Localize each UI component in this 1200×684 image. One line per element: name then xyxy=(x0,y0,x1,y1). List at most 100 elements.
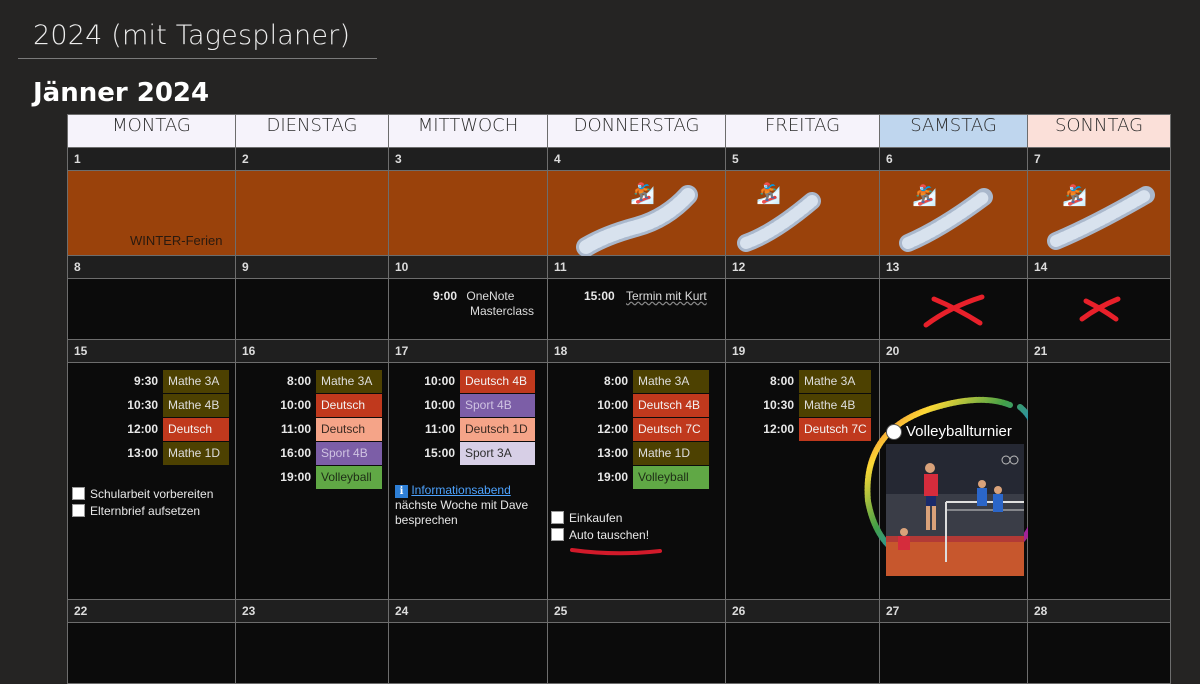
lesson-subject: Mathe 3A xyxy=(633,369,709,393)
lesson-time: 10:00 xyxy=(424,398,455,412)
day-cell-15[interactable]: 9:30 Mathe 3A 10:30 Mathe 4B 12:00 Deutsch … xyxy=(67,362,236,600)
day-number: 22 xyxy=(74,604,88,618)
day-cell-12[interactable] xyxy=(725,278,880,340)
day-cell-22[interactable] xyxy=(67,622,236,684)
day-number: 24 xyxy=(395,604,409,618)
day-cell-20[interactable]: Volleyballturnier xyxy=(864,362,1045,600)
day-cell-27[interactable] xyxy=(879,622,1028,684)
todo-checkbox[interactable] xyxy=(551,511,564,524)
informationsabend-link[interactable]: Informationsabend xyxy=(411,483,510,497)
day-number-cell: 15 xyxy=(67,339,236,363)
lesson-row[interactable]: 10:00 Deutsch 4B xyxy=(574,393,709,417)
day-cell-14[interactable] xyxy=(1027,278,1171,340)
lesson-row[interactable]: 10:30 Mathe 4B xyxy=(104,393,229,417)
lesson-row[interactable]: 12:00 Deutsch 7C xyxy=(104,417,229,459)
event-onenote-masterclass[interactable]: 9:00 OneNote Masterclass xyxy=(433,289,534,320)
day-number: 26 xyxy=(732,604,746,618)
lesson-list: 8:00 Mathe 3A 10:30 Mathe 4B 12:00 Deutsch … xyxy=(740,369,871,441)
todo-item[interactable]: Auto tauschen! xyxy=(551,526,649,543)
todo-text: Auto tauschen! xyxy=(569,527,650,542)
lesson-row[interactable]: 10:00 Deutsch 4B xyxy=(401,369,535,393)
day-cell-9[interactable] xyxy=(235,278,389,340)
todo-text: Schularbeit vorbereiten xyxy=(90,486,214,501)
day-cell-16[interactable]: 8:00 Mathe 3A 10:00 Deutsch 4B 11:00 Deutsc… xyxy=(235,362,389,600)
day-number: 21 xyxy=(1034,344,1048,358)
lesson-time: 16:00 xyxy=(280,446,311,460)
day-cell-28[interactable] xyxy=(1027,622,1171,684)
day-cell-19[interactable]: 8:00 Mathe 3A 10:30 Mathe 4B 12:00 Deutsch … xyxy=(725,362,880,600)
lesson-row[interactable]: 19:00 Volleyball xyxy=(574,465,709,489)
lesson-subject: Deutsch 1D xyxy=(316,417,382,459)
lesson-row[interactable]: 11:00 Deutsch 1D xyxy=(257,417,382,459)
weekday-wednesday: MITTWOCH xyxy=(388,114,548,148)
day-number: 16 xyxy=(242,344,256,358)
lesson-row[interactable]: 8:00 Mathe 3A xyxy=(740,369,871,393)
day-cell-8[interactable] xyxy=(67,278,236,340)
todo-list: Schularbeit vorbereiten Elternbrief aufs… xyxy=(72,485,213,519)
day-cell-5[interactable]: 🏂 xyxy=(725,170,880,256)
todo-text: Elternbrief aufsetzen xyxy=(90,503,201,518)
lesson-row[interactable]: 11:00 Deutsch 1D xyxy=(401,417,535,441)
lesson-subject: Deutsch 7C xyxy=(163,417,229,459)
lesson-time: 10:30 xyxy=(127,398,158,412)
lesson-row[interactable]: 16:00 Sport 4B xyxy=(257,441,382,465)
day-number: 15 xyxy=(74,344,88,358)
day-number-cell: 26 xyxy=(725,599,880,623)
day-cell-13[interactable] xyxy=(879,278,1028,340)
todo-checkbox[interactable] xyxy=(72,504,85,517)
event-title-line2: Masterclass xyxy=(470,304,535,318)
lesson-subject: Volleyball xyxy=(316,465,382,489)
lesson-subject: Mathe 3A xyxy=(316,369,382,393)
lesson-row[interactable]: 15:00 Sport 3A xyxy=(401,441,535,465)
day-cell-7[interactable]: 🏂 xyxy=(1027,170,1171,256)
todo-item[interactable]: Schularbeit vorbereiten xyxy=(72,485,213,502)
lesson-row[interactable]: 8:00 Mathe 3A xyxy=(257,369,382,393)
lesson-row[interactable]: 10:00 Sport 4B xyxy=(401,393,535,417)
red-underline-mark xyxy=(570,548,662,556)
lesson-subject: Deutsch 4B xyxy=(316,393,382,435)
day-cell-3[interactable] xyxy=(388,170,548,256)
todo-checkbox[interactable] xyxy=(72,487,85,500)
todo-item[interactable]: Elternbrief aufsetzen xyxy=(72,502,213,519)
event-termin-mit-kurt[interactable]: 15:00 Termin mit Kurt xyxy=(584,289,707,303)
lesson-row[interactable]: 13:00 Mathe 1D xyxy=(574,441,709,465)
todo-text: Einkaufen xyxy=(569,510,623,525)
lesson-row[interactable]: 10:30 Mathe 4B xyxy=(740,393,871,417)
day-cell-17[interactable]: 10:00 Deutsch 4B 10:00 Sport 4B 11:00 Deuts… xyxy=(388,362,548,600)
day-cell-11[interactable]: 15:00 Termin mit Kurt xyxy=(547,278,726,340)
snowboarder-icon: 🏂 xyxy=(630,183,655,205)
day-cell-24[interactable] xyxy=(388,622,548,684)
todo-checkbox[interactable] xyxy=(551,528,564,541)
day-cell-23[interactable] xyxy=(235,622,389,684)
day-cell-10[interactable]: 9:00 OneNote Masterclass xyxy=(388,278,548,340)
lesson-row[interactable]: 19:00 Volleyball xyxy=(257,465,382,489)
lesson-row[interactable]: 12:00Deutsch 7C xyxy=(574,417,709,441)
day-cell-26[interactable] xyxy=(725,622,880,684)
day-cell-18[interactable]: 8:00 Mathe 3A 10:00 Deutsch 4B 12:00 Deutsc… xyxy=(547,362,726,600)
weekday-friday: FREITAG xyxy=(725,114,880,148)
volleyball-card[interactable]: Volleyballturnier xyxy=(886,423,1024,576)
lesson-row[interactable]: 12:00Deutsch 7C xyxy=(740,417,871,441)
day-cell-1[interactable]: WINTER-Ferien xyxy=(67,170,236,256)
day-cell-25[interactable] xyxy=(547,622,726,684)
day-cell-2[interactable] xyxy=(235,170,389,256)
lesson-row[interactable]: 13:00 Mathe 1D xyxy=(104,441,229,465)
lesson-row[interactable]: 10:00 Deutsch 4B xyxy=(257,393,382,435)
weekday-tuesday: DIENSTAG xyxy=(235,114,389,148)
lesson-row[interactable]: 9:30 Mathe 3A xyxy=(104,369,229,393)
lesson-list: 9:30 Mathe 3A 10:30 Mathe 4B 12:00 Deutsch … xyxy=(104,369,229,465)
day-number-cell: 11 xyxy=(547,255,726,279)
day-number: 3 xyxy=(395,152,402,166)
day-number-cell: 3 xyxy=(388,147,548,171)
lesson-subject: Sport 4B xyxy=(460,393,535,417)
day-cell-21[interactable] xyxy=(1027,362,1171,600)
todo-item[interactable]: Einkaufen xyxy=(551,509,649,526)
day-number-cell: 8 xyxy=(67,255,236,279)
lesson-time: 10:00 xyxy=(424,374,455,388)
day-cell-4[interactable]: 🏂 xyxy=(547,170,726,257)
day-cell-6[interactable]: 🏂 xyxy=(879,170,1028,256)
snowboarder-icon: 🏂 xyxy=(912,185,937,207)
lesson-time: 12:00 xyxy=(127,422,158,436)
event-time: 9:00 xyxy=(433,289,458,303)
lesson-row[interactable]: 8:00 Mathe 3A xyxy=(574,369,709,393)
